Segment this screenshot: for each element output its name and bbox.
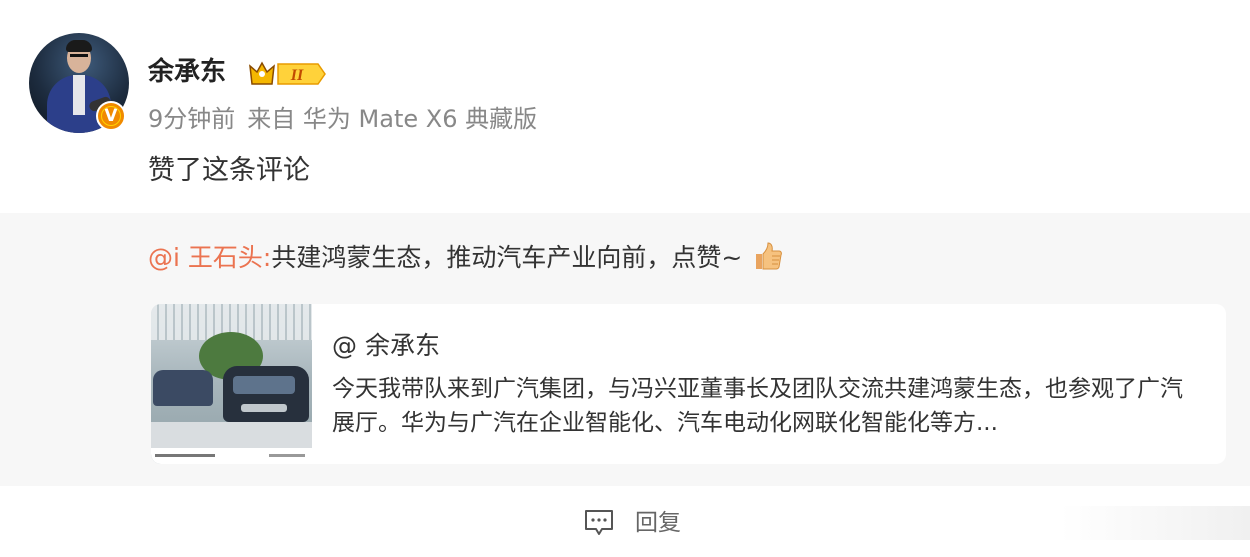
comment-mention[interactable]: @i 王石头:	[148, 243, 271, 272]
thumbnail-car-window	[233, 376, 295, 394]
action-text: 赞了这条评论	[148, 155, 310, 186]
post-thumbnail[interactable]	[151, 304, 312, 464]
username[interactable]: 余承东	[148, 54, 226, 90]
original-post-card[interactable]: @ 余承东 今天我带队来到广汽集团，与冯兴亚董事长及团队交流共建鸿蒙生态，也参观…	[151, 304, 1226, 464]
verified-badge-ring	[101, 106, 121, 126]
avatar-shirt	[73, 75, 85, 115]
post-time: 9分钟前	[148, 105, 236, 133]
comment: @i 王石头:共建鸿蒙生态，推动汽车产业向前，点赞~	[148, 240, 784, 276]
quoted-comment-section: @i 王石头:共建鸿蒙生态，推动汽车产业向前，点赞~ @ 余承东 今天我带队来到…	[0, 213, 1250, 486]
more-actions-fade	[1060, 506, 1250, 540]
vip-crown-badge-icon[interactable]: II	[248, 58, 328, 90]
reply-button[interactable]: 回复	[583, 506, 681, 540]
thumbnail-car-grill	[241, 404, 287, 412]
post-meta: 9分钟前 来自 华为 Mate X6 典藏版	[148, 102, 549, 136]
avatar-glasses	[70, 54, 88, 57]
avatar-hair	[66, 40, 92, 52]
post-source[interactable]: 来自 华为 Mate X6 典藏版	[247, 105, 537, 133]
card-text: 今天我带队来到广汽集团，与冯兴亚董事长及团队交流共建鸿蒙生态，也参观了广汽展厅。…	[332, 376, 1183, 436]
card-author[interactable]: @ 余承东	[332, 328, 440, 364]
comment-icon	[585, 510, 613, 535]
vip-level: II	[290, 67, 304, 84]
thumbnail-floor	[151, 422, 312, 448]
thumbnail-car-left	[153, 370, 213, 406]
post-header: V 余承东 II 9分钟前 来自 华为 Mate X6 典藏版 赞了这条评论	[0, 0, 1250, 213]
reply-label: 回复	[635, 510, 681, 536]
thumbs-up-icon	[756, 242, 783, 270]
post-footer: 回复	[0, 486, 1250, 557]
comment-text: 共建鸿蒙生态，推动汽车产业向前，点赞~	[271, 243, 743, 272]
thumbnail-car-main	[223, 366, 309, 422]
thumbnail-caption-strip	[151, 448, 312, 464]
verified-badge-icon: V	[96, 101, 126, 131]
